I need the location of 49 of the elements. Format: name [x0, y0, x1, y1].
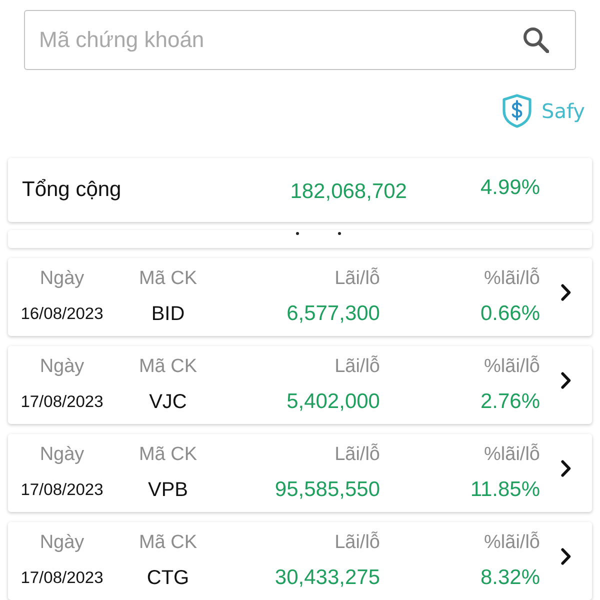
- stock-symbol: VJC: [149, 390, 187, 414]
- percent-value: 0.66%: [480, 302, 540, 326]
- percent-value: 8.32%: [480, 566, 540, 590]
- trade-card[interactable]: Ngày Mã CK Lãi/lỗ %lãi/lỗ 17/08/2023 CTG 30,433,275 8.32%: [8, 522, 592, 600]
- chevron-right-icon[interactable]: [561, 460, 571, 476]
- date-label: Ngày: [40, 443, 84, 467]
- stock-symbol: CTG: [146, 566, 190, 590]
- total-percent: 4.99%: [480, 176, 540, 200]
- profit-label: Lãi/lỗ: [334, 531, 380, 555]
- profit-value: 30,433,275: [274, 566, 380, 590]
- search-icon[interactable]: [523, 27, 549, 53]
- trade-card[interactable]: Ngày Mã CK Lãi/lỗ %lãi/lỗ 16/08/2023 BID 6,577,300 0.66%: [8, 258, 592, 336]
- profit-value: 6,577,300: [286, 302, 380, 326]
- profit-value: 5,402,000: [286, 390, 380, 414]
- chevron-right-icon[interactable]: [561, 372, 571, 388]
- percent-label: %lãi/lỗ: [484, 531, 540, 555]
- dot-icon: [338, 232, 341, 235]
- symbol-label: Mã CK: [138, 355, 198, 379]
- percent-label: %lãi/lỗ: [484, 267, 540, 291]
- stock-symbol: BID: [151, 302, 185, 326]
- chevron-right-icon[interactable]: [561, 284, 571, 300]
- trade-date: 17/08/2023: [20, 392, 104, 412]
- trade-card[interactable]: Ngày Mã CK Lãi/lỗ %lãi/lỗ 17/08/2023 VPB 95,585,550 11.85%: [8, 434, 592, 512]
- chevron-right-icon[interactable]: [561, 548, 571, 564]
- trade-date: 17/08/2023: [20, 480, 104, 500]
- shield-dollar-icon: [502, 94, 532, 128]
- profit-value: 95,585,550: [274, 478, 380, 502]
- symbol-label: Mã CK: [138, 531, 198, 555]
- trade-date: 16/08/2023: [20, 304, 104, 324]
- symbol-label: Mã CK: [138, 267, 198, 291]
- profit-label: Lãi/lỗ: [334, 443, 380, 467]
- symbol-label: Mã CK: [138, 443, 198, 467]
- trade-card[interactable]: Ngày Mã CK Lãi/lỗ %lãi/lỗ 17/08/2023 VJC 5,402,000 2.76%: [8, 346, 592, 424]
- trade-date: 17/08/2023: [20, 568, 104, 588]
- percent-value: 11.85%: [470, 478, 540, 502]
- date-label: Ngày: [40, 267, 84, 291]
- date-label: Ngày: [40, 355, 84, 379]
- stock-symbol: VPB: [148, 478, 188, 502]
- dot-icon: [296, 232, 299, 235]
- profit-label: Lãi/lỗ: [334, 267, 380, 291]
- brand-name: Safy: [542, 99, 585, 123]
- total-profit: 182,068,702: [290, 180, 407, 204]
- percent-label: %lãi/lỗ: [484, 443, 540, 467]
- date-label: Ngày: [40, 531, 84, 555]
- search-field[interactable]: Mã chứng khoán: [24, 10, 576, 70]
- total-label: Tổng cộng: [22, 178, 122, 202]
- percent-label: %lãi/lỗ: [484, 355, 540, 379]
- percent-value: 2.76%: [480, 390, 540, 414]
- profit-label: Lãi/lỗ: [334, 355, 380, 379]
